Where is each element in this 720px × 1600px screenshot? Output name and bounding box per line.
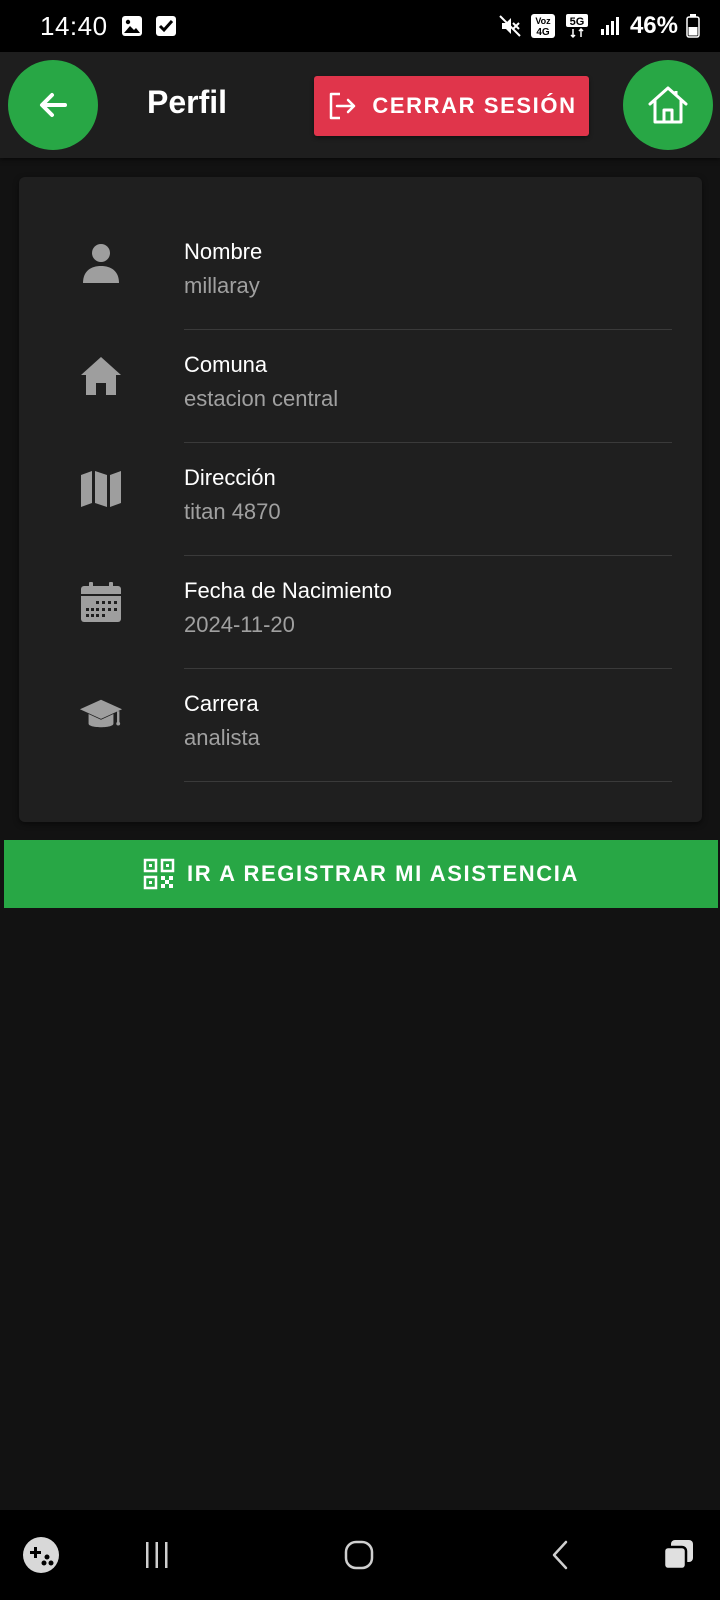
app-bar: Perfil CERRAR SESIÓN (0, 52, 720, 158)
logout-button[interactable]: CERRAR SESIÓN (314, 76, 589, 136)
register-attendance-label: IR A REGISTRAR MI ASISTENCIA (187, 861, 579, 886)
profile-item-nombre: Nombre millaray (19, 217, 702, 330)
status-left-icons (120, 14, 178, 38)
status-time: 14:40 (40, 10, 108, 41)
svg-text:4G: 4G (536, 27, 550, 38)
game-launcher-icon (23, 1537, 59, 1573)
item-label: Dirección (184, 465, 276, 490)
logout-label: CERRAR SESIÓN (372, 93, 577, 118)
profile-card: Nombre millaray Comuna estacion central … (19, 177, 702, 822)
item-value: titan 4870 (184, 499, 281, 524)
map-icon (79, 467, 123, 511)
house-icon (79, 354, 123, 398)
profile-item-carrera: Carrera analista (19, 669, 702, 782)
home-button[interactable] (623, 60, 713, 150)
item-label: Carrera (184, 691, 259, 716)
home-circle-icon (344, 1540, 374, 1570)
mute-icon (499, 15, 521, 37)
volte-4g-icon: Voz 4G (530, 14, 555, 38)
overview-icon (662, 1540, 693, 1571)
calendar-icon (79, 580, 123, 624)
game-launcher-button[interactable] (18, 1532, 64, 1578)
svg-text:Voz: Voz (535, 16, 551, 26)
page-title: Perfil (147, 84, 228, 120)
profile-item-comuna: Comuna estacion central (19, 330, 702, 443)
nav-home-button[interactable] (336, 1532, 382, 1578)
signal-icon (600, 17, 619, 35)
recents-icon (146, 1542, 168, 1568)
recents-button[interactable] (134, 1532, 180, 1578)
gallery-icon (121, 16, 142, 36)
person-icon (79, 241, 123, 285)
status-bar: 14:40 Voz 4G 5G 46% (0, 0, 720, 52)
overview-button[interactable] (656, 1532, 702, 1578)
qr-code-icon (143, 858, 175, 890)
home-icon (648, 86, 688, 124)
item-value: 2024-11-20 (184, 612, 295, 637)
checkbox-icon (155, 16, 176, 36)
battery-percent: 46% (629, 12, 678, 39)
item-label: Nombre (184, 239, 263, 264)
item-label: Comuna (184, 352, 268, 377)
register-attendance-button[interactable]: IR A REGISTRAR MI ASISTENCIA (4, 840, 718, 908)
svg-text:5G: 5G (570, 16, 585, 28)
back-button[interactable] (8, 60, 98, 150)
system-nav-bar (0, 1510, 720, 1600)
status-right: Voz 4G 5G 46% (498, 12, 700, 40)
profile-item-fecha-nacimiento: Fecha de Nacimiento 2024-11-20 (19, 556, 702, 669)
profile-item-direccion: Dirección titan 4870 (19, 443, 702, 556)
arrow-left-icon (40, 93, 67, 117)
item-value: estacion central (184, 386, 339, 411)
nav-back-button[interactable] (538, 1532, 584, 1578)
divider (184, 781, 672, 782)
item-value: millaray (184, 273, 260, 298)
graduation-cap-icon (79, 693, 123, 737)
item-label: Fecha de Nacimiento (184, 578, 392, 603)
logout-icon (330, 92, 356, 120)
5g-icon: 5G (565, 14, 588, 39)
battery-icon (686, 14, 700, 38)
item-value: analista (184, 725, 260, 750)
back-chevron-icon (552, 1540, 568, 1570)
